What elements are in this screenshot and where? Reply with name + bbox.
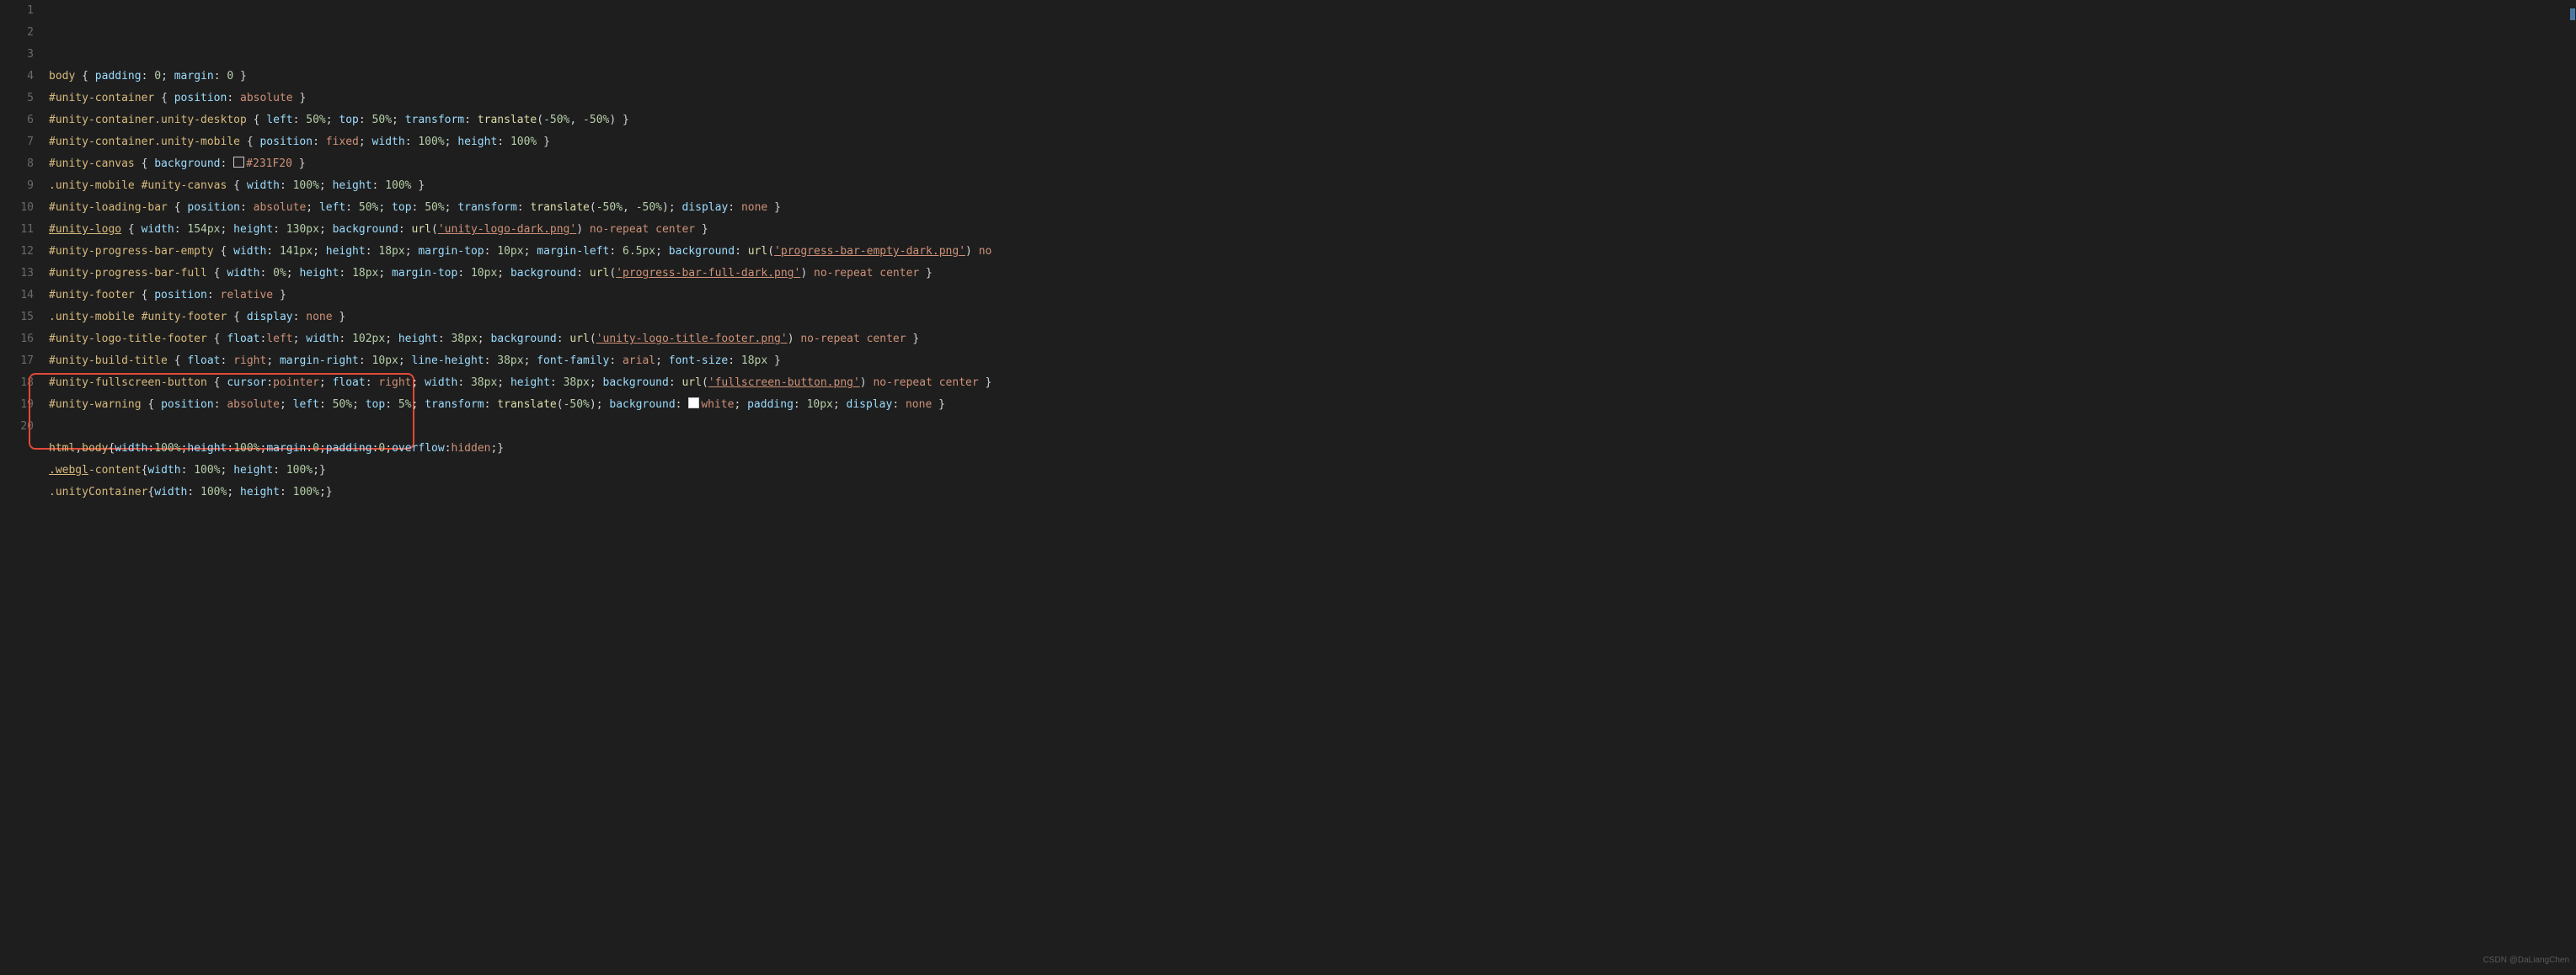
code-area[interactable]: body { padding: 0; margin: 0 }#unity-con… [49, 0, 2576, 503]
code-editor[interactable]: 1234567891011121314151617181920 body { p… [0, 0, 2576, 503]
line-number: 4 [8, 66, 34, 88]
line-number: 17 [8, 350, 34, 372]
line-number: 11 [8, 219, 34, 241]
code-line[interactable]: .unity-mobile #unity-canvas { width: 100… [49, 175, 2559, 197]
watermark: CSDN @DaLiangChen [2483, 950, 2569, 972]
line-number: 14 [8, 285, 34, 306]
code-line[interactable]: body { padding: 0; margin: 0 } [49, 66, 2559, 88]
line-number: 8 [8, 153, 34, 175]
code-line[interactable]: #unity-logo { width: 154px; height: 130p… [49, 219, 2559, 241]
line-number: 9 [8, 175, 34, 197]
line-number: 10 [8, 197, 34, 219]
line-number: 19 [8, 394, 34, 416]
line-number: 18 [8, 372, 34, 394]
color-swatch [688, 397, 699, 408]
code-line[interactable]: #unity-build-title { float: right; margi… [49, 350, 2559, 372]
scrollbar-marker [2570, 8, 2575, 20]
code-line[interactable]: #unity-loading-bar { position: absolute;… [49, 197, 2559, 219]
line-number: 12 [8, 241, 34, 263]
code-line[interactable] [49, 416, 2559, 438]
line-number: 13 [8, 263, 34, 285]
line-number: 3 [8, 44, 34, 66]
line-number: 16 [8, 328, 34, 350]
code-line[interactable]: #unity-warning { position: absolute; lef… [49, 394, 2559, 416]
line-number: 15 [8, 306, 34, 328]
code-line[interactable]: #unity-fullscreen-button { cursor:pointe… [49, 372, 2559, 394]
code-line[interactable]: .unity-mobile #unity-footer { display: n… [49, 306, 2559, 328]
color-swatch [233, 157, 244, 168]
code-line[interactable]: #unity-container.unity-mobile { position… [49, 131, 2559, 153]
line-number-gutter: 1234567891011121314151617181920 [0, 0, 49, 503]
code-line[interactable]: #unity-container.unity-desktop { left: 5… [49, 109, 2559, 131]
code-line[interactable]: .unityContainer{width: 100%; height: 100… [49, 482, 2559, 503]
code-line[interactable]: #unity-canvas { background: #231F20 } [49, 153, 2559, 175]
code-line[interactable]: #unity-progress-bar-empty { width: 141px… [49, 241, 2559, 263]
code-line[interactable]: #unity-footer { position: relative } [49, 285, 2559, 306]
line-number: 2 [8, 22, 34, 44]
line-number: 1 [8, 0, 34, 22]
code-line[interactable]: #unity-progress-bar-full { width: 0%; he… [49, 263, 2559, 285]
code-line[interactable]: html,body{width:100%;height:100%;margin:… [49, 438, 2559, 460]
line-number: 5 [8, 88, 34, 109]
code-line[interactable]: #unity-container { position: absolute } [49, 88, 2559, 109]
line-number: 7 [8, 131, 34, 153]
code-line[interactable]: .webgl-content{width: 100%; height: 100%… [49, 460, 2559, 482]
code-line[interactable]: #unity-logo-title-footer { float:left; w… [49, 328, 2559, 350]
line-number: 6 [8, 109, 34, 131]
line-number: 20 [8, 416, 34, 438]
